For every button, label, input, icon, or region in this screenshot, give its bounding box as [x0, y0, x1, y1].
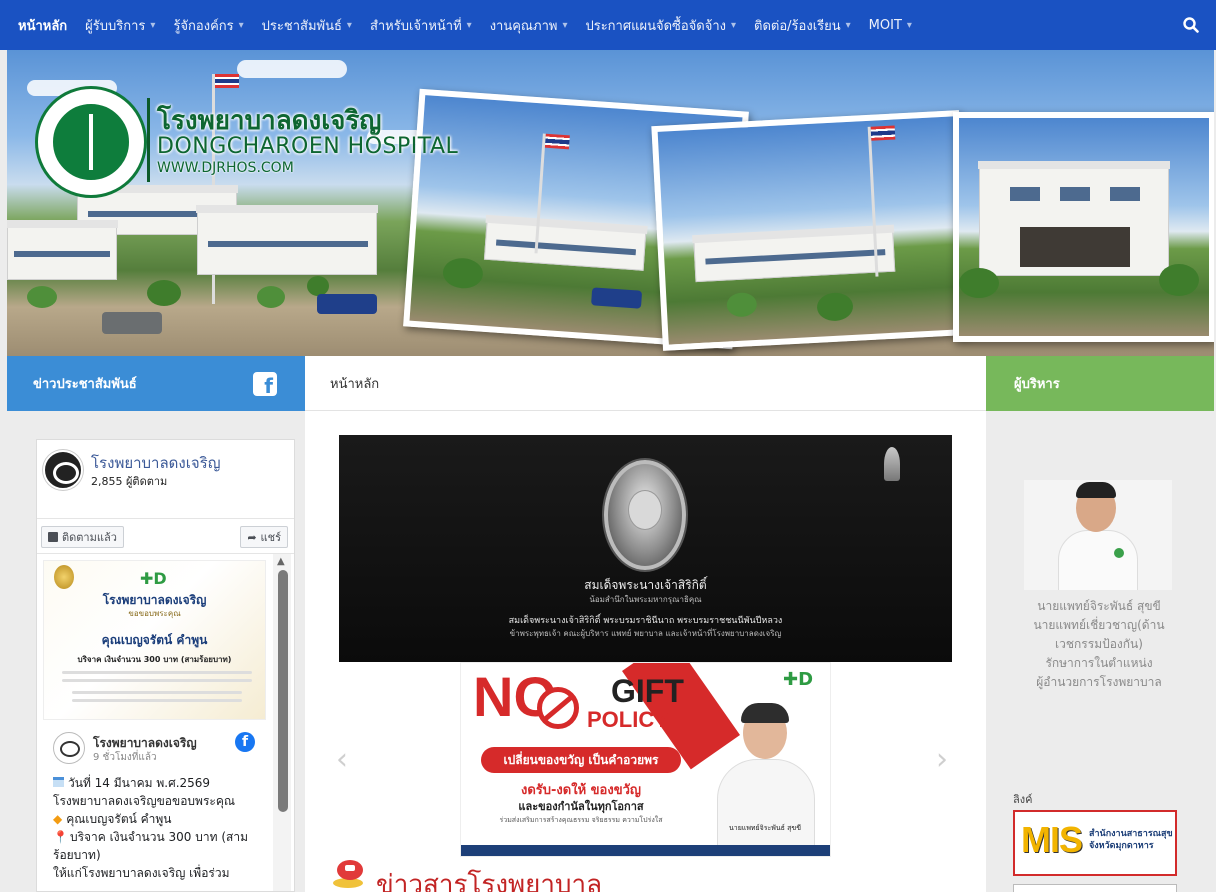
facebook-icon[interactable]: f	[253, 372, 277, 396]
director-info-line: นายแพทย์จิระพันธ์ สุขขี	[1037, 599, 1161, 613]
nav-item[interactable]: สำหรับเจ้าหน้าที่ ▾	[361, 0, 481, 50]
memorial-text-line: สมเด็จพระนางเจ้าสิริกิติ์ พระบรมราชินีนา…	[508, 616, 783, 626]
no-gift-policy: POLICY	[587, 707, 669, 732]
memorial-text-line: ข้าพระพุทธเจ้า คณะผู้บริหาร แพทย์ พยาบาล…	[509, 629, 782, 638]
breadcrumb-home[interactable]: หน้าหลัก	[330, 373, 379, 394]
link-banner[interactable]	[1013, 884, 1177, 892]
links-label: ลิงค์	[1013, 793, 1033, 806]
nav-item[interactable]: ประชาสัมพันธ์ ▾	[253, 0, 361, 50]
director-info-line: เวชกรรมป้องกัน)	[1055, 637, 1143, 651]
director-info-line: รักษาการในตำแหน่ง	[1045, 656, 1153, 670]
fb-feed-scroll-thumb[interactable]	[278, 570, 288, 812]
fb-post-text-line: ร้อยบาท)	[53, 848, 101, 862]
chevron-down-icon: ▾	[906, 19, 912, 31]
chevron-down-icon: ▾	[150, 19, 156, 31]
orange-diamond-icon: ◆	[53, 812, 63, 826]
fb-follow-button[interactable]: ติดตามแล้ว	[41, 526, 124, 548]
no-gift-caption: นายแพทย์จิระพันธ์ สุขขี	[728, 824, 802, 832]
header-banner: โรงพยาบาลดงเจริญ DONGCHAROEN HOSPITAL WW…	[7, 50, 1214, 356]
nav-item[interactable]: งานคุณภาพ ▾	[481, 0, 577, 50]
executive-panel-title: ผู้บริหาร	[1014, 377, 1060, 392]
search-icon	[1183, 17, 1199, 33]
memorial-slide[interactable]: สมเด็จพระนางเจ้าสิริกิติ์ น้อมสำนึกในพระ…	[339, 435, 952, 662]
no-gift-banner: เปลี่ยนของขวัญ เป็นคำอวยพร	[481, 747, 681, 773]
top-navbar: หน้าหลัก ผู้รับบริการ ▾ รู้จักองค์กร ▾ ประชาส…	[0, 0, 1216, 50]
slider-next-arrow-icon[interactable]: ›	[936, 742, 948, 777]
medal-icon	[54, 565, 74, 589]
chevron-down-icon: ▾	[466, 19, 472, 31]
fb-post-text-line: ◆ คุณเบญจรัตน์ คำพูน	[53, 812, 172, 826]
fb-post-image[interactable]: ✚D โรงพยาบาลดงเจริญ ขอขอบพระคุณ คุณเบญจร…	[43, 560, 266, 720]
memorial-subtitle: น้อมสำนึกในพระมหากรุณาธิคุณ	[589, 595, 702, 604]
fb-post-avatar[interactable]	[53, 732, 85, 764]
fb-feed[interactable]: ✚D โรงพยาบาลดงเจริญ ขอขอบพระคุณ คุณเบญจร…	[37, 553, 294, 891]
nav-item[interactable]: รู้จักองค์กร ▾	[164, 0, 252, 50]
fb-post-text-line: โรงพยาบาลดงเจริญขอขอบพระคุณ	[53, 794, 235, 808]
search-button[interactable]	[1176, 10, 1206, 40]
nav-item[interactable]: ผู้รับบริการ ▾	[76, 0, 164, 50]
calendar-icon	[53, 777, 64, 787]
news-icon	[333, 860, 369, 892]
nav-item[interactable]: ประกาศแผนจัดซื้อจัดจ้าง ▾	[576, 0, 745, 50]
pin-icon: 📍	[53, 830, 68, 844]
hospital-name-english: DONGCHAROEN HOSPITAL	[157, 134, 459, 159]
nav-item[interactable]: หน้าหลัก	[0, 0, 76, 50]
news-panel-title: ข่าวประชาสัมพันธ์	[33, 377, 137, 392]
hospital-website: WWW.DJRHOS.COM	[157, 160, 294, 176]
mis-link-banner[interactable]: MIS สำนักงานสาธารณสุข จังหวัดมุกดาหาร	[1013, 810, 1177, 876]
hospital-logo-icon: ✚D	[783, 669, 814, 690]
slider-prev-arrow-icon[interactable]: ‹	[336, 742, 348, 777]
royal-portrait	[604, 460, 686, 570]
scroll-up-arrow-icon[interactable]: ▲	[277, 556, 285, 567]
no-gift-prohibition-icon	[537, 687, 579, 729]
fb-post-text-line: วันที่ 14 มีนาคม พ.ศ.2569	[53, 774, 268, 792]
no-gift-gift: GIFT	[611, 673, 684, 709]
facebook-page-widget: โรงพยาบาลดงเจริญ 2,855 ผู้ติดตาม ติดตามแ…	[36, 439, 295, 892]
facebook-logo-icon[interactable]: f	[235, 732, 255, 752]
executive-panel-header: ผู้บริหาร	[986, 356, 1214, 411]
director-portrait	[1024, 480, 1172, 590]
chevron-down-icon: ▾	[845, 19, 851, 31]
no-gift-line: และของกำนัลในทุกโอกาส	[518, 800, 644, 813]
fb-page-avatar[interactable]	[43, 450, 83, 490]
no-gift-policy-slide[interactable]: NO GIFT POLICY เปลี่ยนของขวัญ เป็นคำอวยพ…	[460, 662, 831, 857]
breadcrumb: หน้าหลัก	[305, 356, 986, 411]
fb-post-text-line: ให้แก่โรงพยาบาลดงเจริญ เพื่อร่วม	[53, 866, 230, 880]
no-gift-line: ร่วมส่งเสริมการสร้างคุณธรรม จริยธรรม ควา…	[499, 816, 663, 824]
royal-emblem-icon	[884, 447, 900, 481]
share-arrow-icon: ➦	[247, 530, 257, 544]
nav-item[interactable]: MOIT ▾	[860, 0, 921, 50]
fb-follower-count: 2,855 ผู้ติดตาม	[91, 475, 168, 488]
chevron-down-icon: ▾	[562, 19, 568, 31]
chevron-down-icon: ▾	[346, 19, 352, 31]
mis-logo: MIS	[1021, 819, 1083, 860]
fb-post-text-line: 📍 บริจาค เงินจำนวน 300 บาท (สาม	[53, 830, 248, 844]
ministry-of-public-health-logo	[35, 86, 147, 198]
chevron-down-icon: ▾	[238, 19, 244, 31]
fb-post-time[interactable]: 9 ชั่วโมงที่แล้ว	[93, 750, 157, 765]
nav-item[interactable]: ติดต่อ/ร้องเรียน ▾	[745, 0, 860, 50]
fb-follow-icon	[48, 532, 58, 542]
chevron-down-icon: ▾	[731, 19, 737, 31]
director-info-line: นายแพทย์เชี่ยวชาญ(ด้าน	[1033, 618, 1165, 632]
news-section-title: ข่าวสารโรงพยาบาล	[376, 870, 603, 892]
fb-share-button[interactable]: ➦ แชร์	[240, 526, 288, 548]
hospital-logo-icon: ✚D	[140, 569, 167, 588]
director-info-line: ผู้อำนวยการโรงพยาบาล	[1036, 675, 1162, 689]
